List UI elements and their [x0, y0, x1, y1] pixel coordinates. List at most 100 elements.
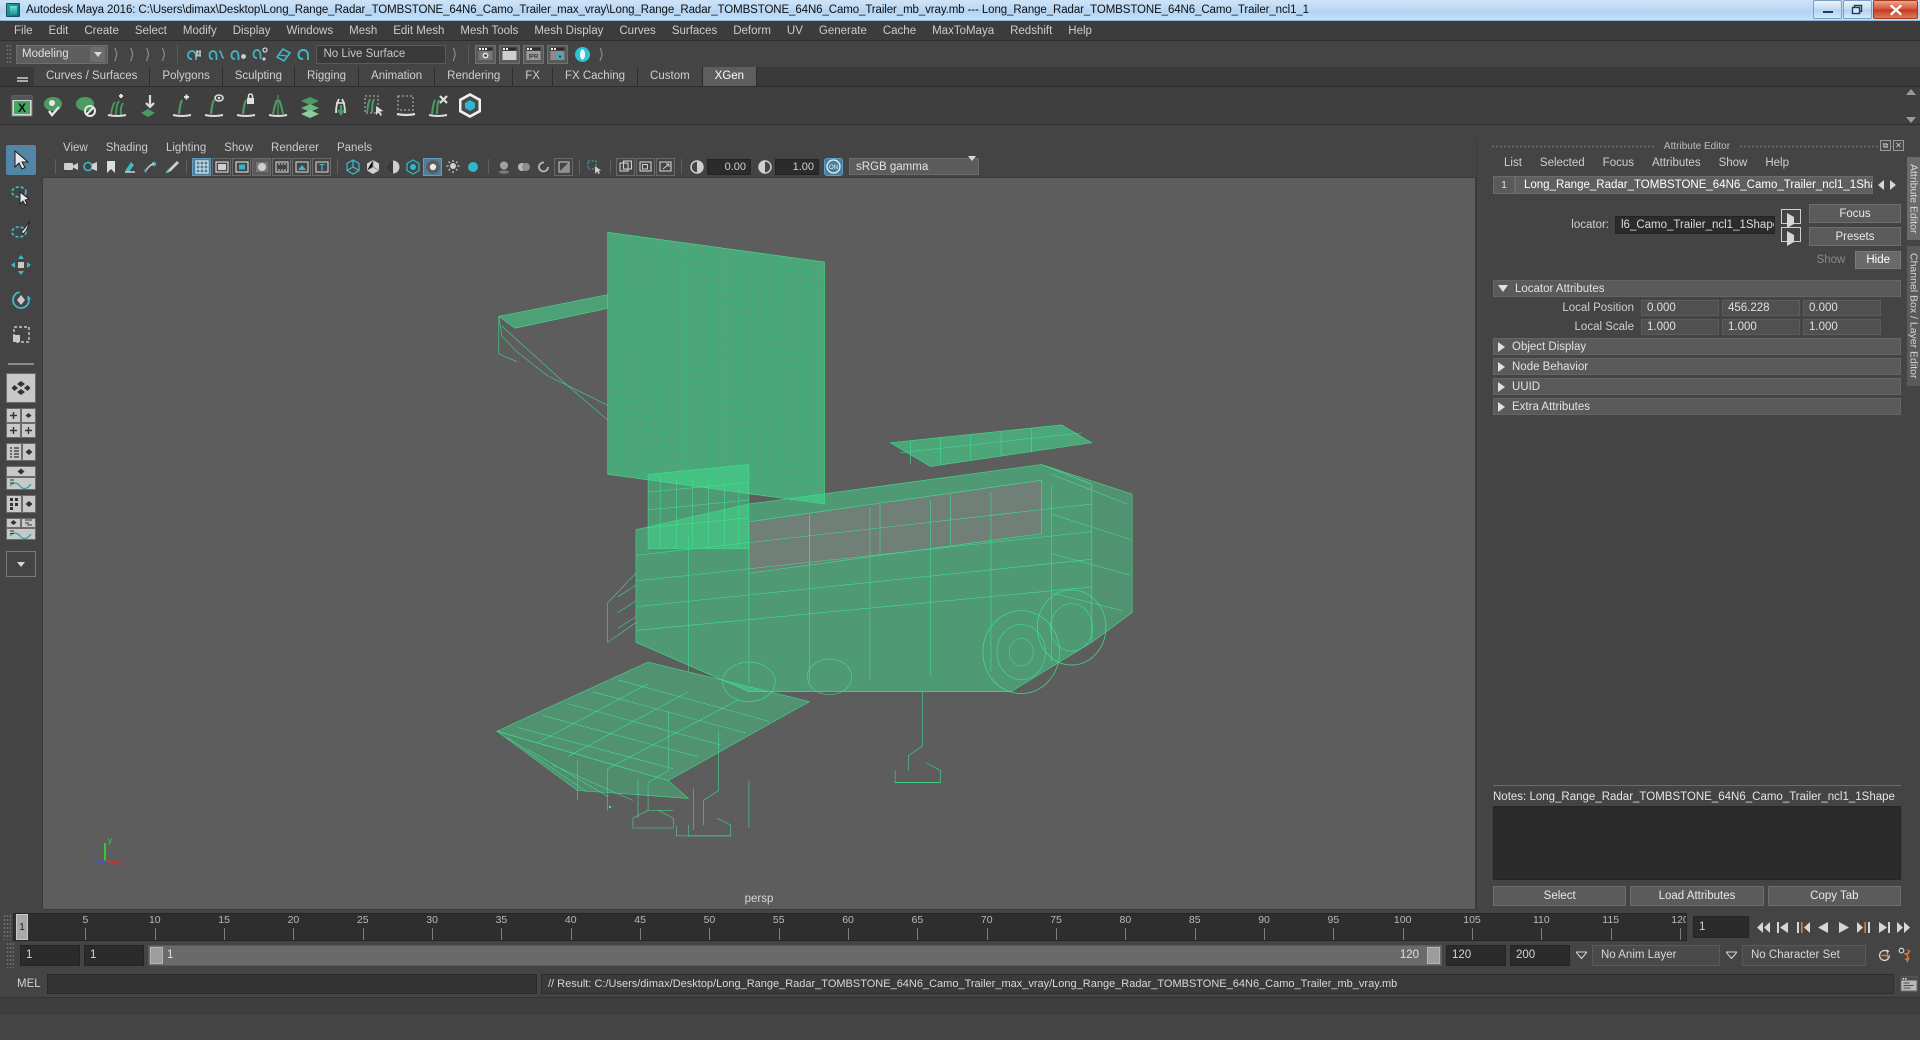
layout-four-view-button[interactable]	[6, 408, 36, 438]
presets-button[interactable]: Presets	[1809, 227, 1901, 246]
shelf-menu-icon[interactable]	[14, 70, 30, 86]
range-handle-left[interactable]	[150, 947, 163, 964]
viewport-menu-view[interactable]: View	[54, 142, 97, 154]
go-to-start-icon[interactable]	[1755, 917, 1772, 937]
viewport-menu-renderer[interactable]: Renderer	[262, 142, 328, 154]
shelf-tab-sculpting[interactable]: Sculpting	[223, 67, 295, 86]
xgen-editor-icon[interactable]: X	[6, 90, 38, 122]
perspective-viewport[interactable]: y x z persp	[42, 177, 1476, 910]
xgen-select-primitives-icon[interactable]	[358, 90, 390, 122]
node-tab-index[interactable]: 1	[1493, 176, 1515, 194]
resolution-gate-icon[interactable]	[232, 158, 251, 176]
focus-button[interactable]: Focus	[1809, 204, 1901, 223]
exposure-icon[interactable]	[292, 158, 311, 176]
live-surface-field[interactable]: No Live Surface	[316, 45, 446, 64]
render-current-frame-icon[interactable]	[475, 45, 496, 64]
step-forward-keyframe-icon[interactable]	[1875, 917, 1892, 937]
motion-blur-icon[interactable]	[534, 158, 553, 176]
snap-to-point-icon[interactable]	[228, 43, 250, 65]
restore-button[interactable]	[1843, 0, 1872, 19]
layout-hypershade-persp-button[interactable]	[6, 495, 36, 513]
menu-edit[interactable]: Edit	[41, 23, 77, 39]
anim-layer-selector[interactable]: No Anim Layer	[1592, 945, 1720, 966]
locator-name-field[interactable]: l6_Camo_Trailer_ncl1_1Shape	[1615, 216, 1775, 234]
section-extra-attributes[interactable]: Extra Attributes	[1493, 398, 1901, 415]
anim-layer-chevron-icon[interactable]	[1574, 951, 1588, 959]
shelf-tab-rigging[interactable]: Rigging	[295, 67, 359, 86]
snap-to-grid-icon[interactable]	[184, 43, 206, 65]
undock-panel-icon[interactable]: ⧉	[1880, 140, 1891, 151]
paint-select-tool-button[interactable]	[6, 215, 36, 245]
layout-cell-br[interactable]	[21, 423, 36, 438]
bookmark-icon[interactable]	[101, 158, 120, 176]
step-back-keyframe-icon[interactable]	[1775, 917, 1792, 937]
local-scale-z[interactable]: 1.000	[1803, 319, 1881, 335]
move-tool-button[interactable]	[6, 250, 36, 280]
text-icon[interactable]: T	[312, 158, 331, 176]
shadows-icon[interactable]	[494, 158, 513, 176]
xgen-mirror-description-icon[interactable]	[262, 90, 294, 122]
range-slider-gripper[interactable]	[6, 942, 14, 968]
show-in-hypergraph-icon[interactable]	[1781, 227, 1801, 242]
node-name-tab[interactable]: Long_Range_Radar_TOMBSTONE_64N6_Camo_Tra…	[1515, 176, 1873, 194]
layout-graph-bottom[interactable]	[6, 477, 36, 490]
step-back-frame-icon[interactable]	[1795, 917, 1812, 937]
menu-display[interactable]: Display	[225, 23, 279, 39]
minimize-button[interactable]	[1813, 0, 1842, 19]
anim-end-field[interactable]: 200	[1510, 945, 1570, 966]
hypershade-icon[interactable]	[571, 43, 593, 65]
character-set-selector[interactable]: No Character Set	[1742, 945, 1866, 966]
layout-single-perspective-button[interactable]	[6, 373, 36, 403]
close-button[interactable]	[1873, 0, 1918, 19]
select-node-icon[interactable]	[1781, 209, 1801, 224]
menu-select[interactable]: Select	[127, 23, 175, 39]
select-camera-icon[interactable]	[61, 158, 80, 176]
gamma-slider-icon[interactable]	[755, 158, 774, 176]
ae-menu-show[interactable]: Show	[1710, 157, 1757, 169]
xgen-groom-icon[interactable]	[326, 90, 358, 122]
prev-tab-icon[interactable]	[1878, 180, 1884, 190]
ambient-occlusion-icon[interactable]	[514, 158, 533, 176]
layout-persp-pane[interactable]	[22, 443, 36, 461]
xgen-selection-region-icon[interactable]	[390, 90, 422, 122]
layout-pgo-graph[interactable]	[6, 528, 36, 540]
grease-pencil-icon[interactable]	[161, 158, 180, 176]
xgen-clear-selection-icon[interactable]	[422, 90, 454, 122]
select-tool-button[interactable]	[6, 145, 36, 175]
layout-persp-graph-outliner-button[interactable]	[6, 518, 36, 540]
layout-more-button[interactable]	[6, 551, 36, 577]
local-position-z[interactable]: 0.000	[1803, 300, 1881, 316]
make-live-icon[interactable]	[294, 43, 316, 65]
isolate-select-icon[interactable]	[585, 158, 604, 176]
menu-surfaces[interactable]: Surfaces	[664, 23, 725, 39]
shelf-tab-fx[interactable]: FX	[513, 67, 553, 86]
layout-cell-tl[interactable]	[6, 408, 21, 423]
ae-menu-attributes[interactable]: Attributes	[1643, 157, 1710, 169]
range-handle-right[interactable]	[1427, 947, 1440, 964]
section-object-display[interactable]: Object Display	[1493, 338, 1901, 355]
color-space-selector[interactable]: sRGB gamma	[849, 158, 979, 175]
viewport-menu-shading[interactable]: Shading	[97, 142, 157, 154]
copy-tab-button[interactable]: Copy Tab	[1768, 886, 1901, 906]
xgen-layers-icon[interactable]	[294, 90, 326, 122]
snap-to-curve-icon[interactable]	[206, 43, 228, 65]
menu-mesh-display[interactable]: Mesh Display	[526, 23, 611, 39]
play-forwards-icon[interactable]	[1835, 917, 1852, 937]
layout-pgo-outliner[interactable]	[21, 518, 36, 528]
shelf-tab-polygons[interactable]: Polygons	[150, 67, 222, 86]
multisample-icon[interactable]	[554, 158, 573, 176]
layout-cell-tr[interactable]	[21, 408, 36, 423]
shelf-tab-rendering[interactable]: Rendering	[435, 67, 513, 86]
menu-uv[interactable]: UV	[779, 23, 811, 39]
viewport-menu-show[interactable]: Show	[215, 142, 262, 154]
command-input[interactable]	[47, 974, 537, 994]
menu-windows[interactable]: Windows	[278, 23, 341, 39]
shelf-scroll-up-icon[interactable]	[1906, 89, 1916, 95]
menu-create[interactable]: Create	[76, 23, 127, 39]
layout-hypershade-pane[interactable]	[6, 495, 22, 513]
xgen-import-collection-icon[interactable]	[134, 90, 166, 122]
animation-preferences-icon[interactable]	[1897, 945, 1914, 965]
vtab-attribute-editor[interactable]: Attribute Editor	[1907, 157, 1920, 240]
select-button[interactable]: Select	[1493, 886, 1626, 906]
ae-menu-help[interactable]: Help	[1756, 157, 1798, 169]
